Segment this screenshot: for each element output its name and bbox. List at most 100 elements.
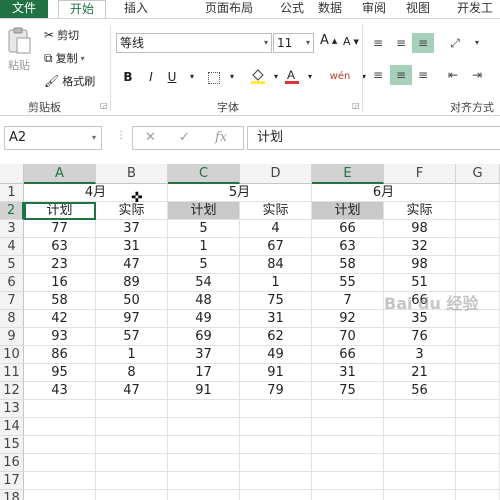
table-cell[interactable]: 63 xyxy=(24,238,96,256)
table-cell[interactable]: 98 xyxy=(384,256,456,274)
align-right-button[interactable]: ≡ xyxy=(412,65,434,85)
table-cell[interactable]: 70 xyxy=(312,328,384,346)
table-cell[interactable]: 89 xyxy=(96,274,168,292)
fill-color-button[interactable] xyxy=(248,67,268,87)
table-cell[interactable]: 95 xyxy=(24,364,96,382)
empty-cell[interactable] xyxy=(96,454,168,472)
empty-cell[interactable] xyxy=(24,472,96,490)
table-cell[interactable]: 66 xyxy=(312,346,384,364)
table-cell[interactable]: 37 xyxy=(168,346,240,364)
dialog-launcher-icon[interactable]: ◲ xyxy=(100,101,108,110)
row-header-18[interactable]: 18 xyxy=(0,490,24,500)
table-cell[interactable]: 7 xyxy=(312,292,384,310)
font-size-select[interactable]: 11 ▾ xyxy=(273,33,314,53)
tab-developer[interactable]: 开发工 xyxy=(450,0,500,18)
empty-cell[interactable] xyxy=(240,490,312,500)
row-header-5[interactable]: 5 xyxy=(0,256,24,274)
column-header-e[interactable]: E xyxy=(312,164,384,184)
copy-button[interactable]: ⧉ 复制 ▾ xyxy=(44,50,85,66)
table-cell[interactable]: 57 xyxy=(96,328,168,346)
table-cell[interactable]: 66 xyxy=(312,220,384,238)
tab-view[interactable]: 视图 xyxy=(394,0,442,18)
column-header-a[interactable]: A xyxy=(24,164,96,184)
empty-cell[interactable] xyxy=(240,418,312,436)
empty-cell[interactable] xyxy=(24,400,96,418)
increase-indent-button[interactable]: ⇥ xyxy=(466,65,488,85)
borders-button[interactable] xyxy=(204,67,224,87)
empty-cell[interactable] xyxy=(384,418,456,436)
table-cell[interactable]: 5 xyxy=(168,220,240,238)
sub-header-cell[interactable]: 实际 xyxy=(240,202,312,220)
tab-review[interactable]: 审阅 xyxy=(350,0,398,18)
row-header-17[interactable]: 17 xyxy=(0,472,24,490)
empty-cell[interactable] xyxy=(240,400,312,418)
decrease-font-button[interactable]: A ▼ xyxy=(343,35,359,48)
empty-cell[interactable] xyxy=(384,472,456,490)
sub-header-cell[interactable]: 计划 xyxy=(24,202,96,220)
table-cell[interactable]: 86 xyxy=(24,346,96,364)
month-header-cell[interactable]: 4月 xyxy=(24,184,168,202)
font-color-button[interactable]: A xyxy=(282,67,302,87)
font-name-select[interactable]: 等线 ▾ xyxy=(116,33,272,53)
row-header-9[interactable]: 9 xyxy=(0,328,24,346)
table-cell[interactable]: 48 xyxy=(168,292,240,310)
row-header-2[interactable]: 2 xyxy=(0,202,24,220)
sub-header-cell[interactable]: 实际 xyxy=(384,202,456,220)
empty-cell[interactable] xyxy=(384,436,456,454)
align-left-button[interactable]: ≡ xyxy=(367,65,389,85)
format-painter-button[interactable]: 🖌 格式刷 xyxy=(44,73,95,89)
chevron-down-icon[interactable]: ▾ xyxy=(222,67,242,87)
sub-header-cell[interactable]: 计划 xyxy=(168,202,240,220)
empty-cell[interactable] xyxy=(456,382,500,400)
empty-cell[interactable] xyxy=(456,184,500,202)
empty-cell[interactable] xyxy=(24,418,96,436)
column-header-f[interactable]: F xyxy=(384,164,456,184)
row-header-10[interactable]: 10 xyxy=(0,346,24,364)
empty-cell[interactable] xyxy=(456,364,500,382)
splitter-handle[interactable]: ⋮ xyxy=(116,130,126,141)
row-header-15[interactable]: 15 xyxy=(0,436,24,454)
row-header-7[interactable]: 7 xyxy=(0,292,24,310)
empty-cell[interactable] xyxy=(24,436,96,454)
empty-cell[interactable] xyxy=(240,454,312,472)
align-top-button[interactable]: ≡ xyxy=(367,33,389,53)
name-box[interactable]: A2 ▾ xyxy=(4,126,102,150)
table-cell[interactable]: 31 xyxy=(240,310,312,328)
table-cell[interactable]: 4 xyxy=(240,220,312,238)
empty-cell[interactable] xyxy=(168,454,240,472)
empty-cell[interactable] xyxy=(456,328,500,346)
align-center-button[interactable]: ≡ xyxy=(390,65,412,85)
row-header-3[interactable]: 3 xyxy=(0,220,24,238)
empty-cell[interactable] xyxy=(168,436,240,454)
table-cell[interactable]: 67 xyxy=(240,238,312,256)
empty-cell[interactable] xyxy=(312,490,384,500)
table-cell[interactable]: 1 xyxy=(96,346,168,364)
empty-cell[interactable] xyxy=(456,238,500,256)
empty-cell[interactable] xyxy=(456,436,500,454)
empty-cell[interactable] xyxy=(96,490,168,500)
bold-button[interactable]: B xyxy=(118,67,138,87)
table-cell[interactable]: 98 xyxy=(384,220,456,238)
empty-cell[interactable] xyxy=(168,418,240,436)
chevron-down-icon[interactable]: ▾ xyxy=(182,67,202,87)
empty-cell[interactable] xyxy=(456,202,500,220)
empty-cell[interactable] xyxy=(96,418,168,436)
empty-cell[interactable] xyxy=(312,454,384,472)
sub-header-cell[interactable]: 计划 xyxy=(312,202,384,220)
insert-function-icon[interactable]: fx xyxy=(215,127,227,149)
empty-cell[interactable] xyxy=(456,418,500,436)
decrease-indent-button[interactable]: ⇤ xyxy=(442,65,464,85)
empty-cell[interactable] xyxy=(168,490,240,500)
table-cell[interactable]: 47 xyxy=(96,382,168,400)
table-cell[interactable]: 23 xyxy=(24,256,96,274)
column-header-g[interactable]: G xyxy=(456,164,500,184)
table-cell[interactable]: 1 xyxy=(168,238,240,256)
table-cell[interactable]: 37 xyxy=(96,220,168,238)
table-cell[interactable]: 1 xyxy=(240,274,312,292)
table-cell[interactable]: 49 xyxy=(240,346,312,364)
table-cell[interactable]: 49 xyxy=(168,310,240,328)
table-cell[interactable]: 17 xyxy=(168,364,240,382)
row-header-8[interactable]: 8 xyxy=(0,310,24,328)
table-cell[interactable]: 76 xyxy=(384,328,456,346)
month-header-cell[interactable]: 6月 xyxy=(312,184,456,202)
